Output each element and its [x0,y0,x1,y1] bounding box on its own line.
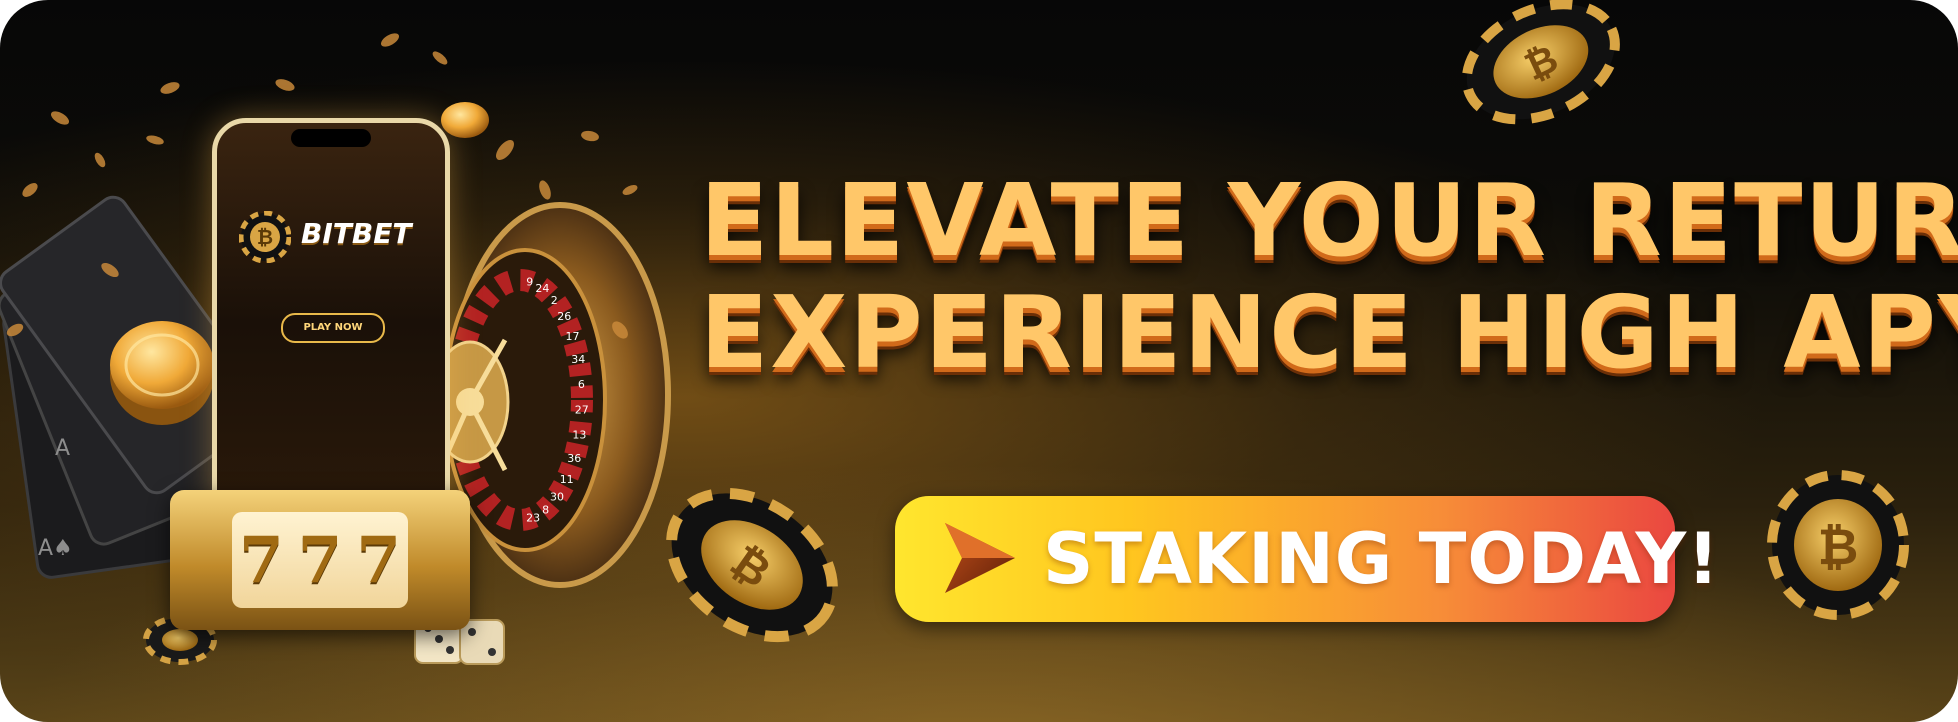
roulette-number: 23 [526,511,540,524]
bitcoin-poker-chip-icon: ₿ [1461,0,1620,125]
svg-text:₿: ₿ [1818,518,1859,576]
bitcoin-poker-chip-icon: ₿ [1767,470,1909,620]
play-arrow-icon [945,523,1015,593]
roulette-number: 8 [542,503,549,516]
slot-reels: 7 7 7 [232,512,408,608]
cta-label: STAKING TODAY! [1043,518,1721,600]
gold-coin-icon [110,321,214,425]
roulette-number: 30 [550,490,564,503]
roulette-number: 24 [535,282,549,295]
svg-text:A♠: A♠ [38,536,73,561]
staking-cta-button[interactable]: STAKING TODAY! [895,496,1719,622]
roulette-number: 36 [567,452,581,465]
roulette-number: 11 [560,473,574,486]
roulette-number: 2 [551,294,558,307]
phone-brand-label: BITBET [301,217,412,250]
svg-text:₿: ₿ [257,225,273,249]
gold-coin-icon [441,102,489,138]
headline-line-1: ELEVATE YOUR RETURNS: [700,162,1958,279]
phone-mockup: ₿ BITBET PLAY NOW [212,118,450,528]
slot-machine: 7 7 7 [170,490,470,630]
slot-reel: 7 [356,522,401,598]
promo-banner: A♠ A 9 24 2 26 17 34 6 27 13 36 11 30 8 23 [0,0,1958,722]
roulette-number: 17 [566,330,580,343]
roulette-number: 26 [557,310,571,323]
slot-reel: 7 [239,522,284,598]
roulette-number: 27 [575,403,589,416]
headline: ELEVATE YOUR RETURNS: EXPERIENCE HIGH AP… [700,162,1958,391]
svg-text:A: A [55,436,70,461]
phone-notch [291,129,371,147]
slot-reel: 7 [297,522,343,598]
roulette-number: 13 [572,429,586,442]
bitcoin-chip-icon: ₿ [238,210,292,264]
bitcoin-poker-chip-icon: ₿ [666,487,838,643]
play-now-button[interactable]: PLAY NOW [281,313,385,343]
headline-line-2: EXPERIENCE HIGH APY [700,274,1958,391]
roulette-number: 34 [571,353,585,366]
roulette-number: 9 [526,276,533,289]
phone-brand-row: ₿ BITBET [238,210,429,264]
roulette-number: 6 [578,378,585,391]
